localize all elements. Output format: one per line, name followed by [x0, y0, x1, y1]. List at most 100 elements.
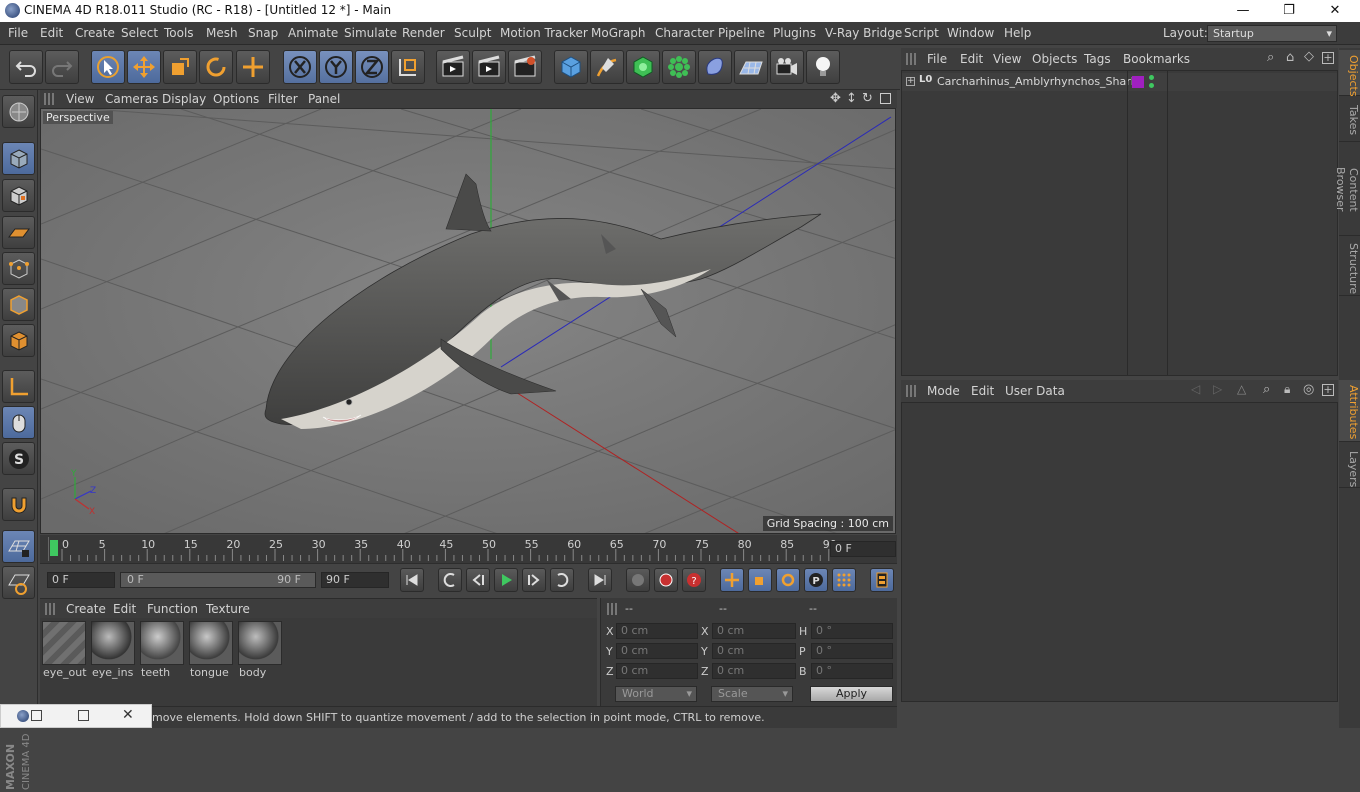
menu-pipeline[interactable]: Pipeline	[718, 26, 765, 40]
model-mode-button[interactable]	[2, 142, 35, 175]
live-selection-button[interactable]	[91, 50, 125, 84]
tweak-mode-button[interactable]	[2, 406, 35, 439]
size-y-field[interactable]: 0 cm	[712, 643, 796, 659]
coordinate-space-select[interactable]: World ▾	[615, 686, 697, 702]
render-settings-button[interactable]	[508, 50, 542, 84]
rotate-tool-button[interactable]	[199, 50, 233, 84]
snap-button[interactable]: S	[2, 442, 35, 475]
visibility-icon[interactable]: ◇	[1304, 49, 1314, 64]
y-axis-lock-button[interactable]	[319, 50, 353, 84]
camera-label[interactable]: Perspective	[43, 111, 113, 124]
add-camera-button[interactable]	[770, 50, 804, 84]
menu-vray-bridge[interactable]: V-Ray Bridge	[825, 26, 902, 40]
minimize-button[interactable]: —	[1220, 0, 1266, 22]
move-tool-button[interactable]	[127, 50, 161, 84]
forward-arrow-icon[interactable]: ▷	[1213, 382, 1222, 396]
menu-file[interactable]: File	[8, 26, 28, 40]
viewport-menu-cameras[interactable]: Cameras	[105, 92, 158, 106]
viewport-menu-panel[interactable]: Panel	[308, 92, 340, 106]
menu-edit[interactable]: Edit	[40, 26, 63, 40]
autokeying-button[interactable]	[654, 568, 678, 592]
object-menu-view[interactable]: View	[993, 52, 1021, 66]
restore-button[interactable]: ❐	[1266, 0, 1312, 22]
menu-select[interactable]: Select	[121, 26, 158, 40]
rotation-key-button[interactable]	[776, 568, 800, 592]
lock-icon[interactable]: 🔒︎	[1284, 382, 1290, 397]
menu-render[interactable]: Render	[402, 26, 445, 40]
expand-icon[interactable]: +	[906, 77, 915, 86]
make-editable-button[interactable]	[2, 95, 35, 128]
search-icon[interactable]: ⌕	[1263, 382, 1270, 397]
tab-structure[interactable]: Structure	[1339, 238, 1360, 296]
menu-mesh[interactable]: Mesh	[206, 26, 238, 40]
scale-key-button[interactable]	[748, 568, 772, 592]
tab-attributes[interactable]: Attributes	[1339, 380, 1360, 442]
next-key-button[interactable]	[550, 568, 574, 592]
add-light-button[interactable]	[806, 50, 840, 84]
new-panel-icon[interactable]: +	[1322, 52, 1334, 64]
material-menu-function[interactable]: Function	[147, 602, 198, 616]
undo-button[interactable]	[9, 50, 43, 84]
go-to-end-button[interactable]	[588, 568, 612, 592]
magnet-button[interactable]	[2, 488, 35, 521]
object-menu-edit[interactable]: Edit	[960, 52, 983, 66]
parameter-key-button[interactable]: P	[804, 568, 828, 592]
position-z-field[interactable]: 0 cm	[616, 663, 698, 679]
size-x-field[interactable]: 0 cm	[712, 623, 796, 639]
edges-mode-button[interactable]	[2, 288, 35, 321]
menu-animate[interactable]: Animate	[288, 26, 338, 40]
viewport-menu-filter[interactable]: Filter	[268, 92, 298, 106]
menu-window[interactable]: Window	[947, 26, 994, 40]
add-deformer-button[interactable]	[698, 50, 732, 84]
add-subdivision-button[interactable]	[626, 50, 660, 84]
close-icon[interactable]: ✕	[122, 707, 134, 723]
apply-button[interactable]: Apply	[810, 686, 893, 702]
add-array-button[interactable]	[662, 50, 696, 84]
material-swatch[interactable]	[140, 621, 184, 665]
point-level-key-button[interactable]	[832, 568, 856, 592]
viewport-menu-view[interactable]: View	[66, 92, 94, 106]
menu-character[interactable]: Character	[655, 26, 714, 40]
size-mode-select[interactable]: Scale ▾	[711, 686, 793, 702]
tab-takes[interactable]: Takes	[1339, 100, 1360, 142]
target-icon[interactable]: ◎	[1303, 382, 1314, 397]
end-frame-field[interactable]: 90 F	[321, 572, 389, 588]
menu-plugins[interactable]: Plugins	[773, 26, 816, 40]
rotation-h-field[interactable]: 0 °	[811, 623, 893, 639]
rotation-b-field[interactable]: 0 °	[811, 663, 893, 679]
coordinate-system-button[interactable]	[391, 50, 425, 84]
menu-snap[interactable]: Snap	[248, 26, 278, 40]
go-to-start-button[interactable]	[400, 568, 424, 592]
attributes-menu-user-data[interactable]: User Data	[1005, 384, 1065, 398]
workplane-mode-button[interactable]	[2, 216, 35, 249]
viewport-maximize-icon[interactable]	[880, 93, 891, 104]
material-swatch[interactable]	[91, 621, 135, 665]
current-frame-field[interactable]: 0 F	[830, 541, 896, 557]
render-picture-viewer-button[interactable]	[472, 50, 506, 84]
menu-simulate[interactable]: Simulate	[344, 26, 397, 40]
add-spline-pen-button[interactable]	[590, 50, 624, 84]
previous-key-button[interactable]	[438, 568, 462, 592]
material-menu-edit[interactable]: Edit	[113, 602, 136, 616]
material-menu-texture[interactable]: Texture	[206, 602, 250, 616]
position-x-field[interactable]: 0 cm	[616, 623, 698, 639]
viewport-zoom-icon[interactable]: ↕	[846, 91, 857, 106]
home-icon[interactable]: ⌂	[1286, 50, 1294, 65]
layer-color-tag[interactable]	[1132, 76, 1144, 88]
playhead[interactable]	[50, 540, 58, 556]
editor-visibility-dot[interactable]	[1149, 75, 1154, 80]
render-view-button[interactable]	[436, 50, 470, 84]
object-name[interactable]: Carcharhinus_Amblyrhynchos_Shark	[937, 75, 1137, 88]
rotation-p-field[interactable]: 0 °	[811, 643, 893, 659]
next-frame-button[interactable]	[522, 568, 546, 592]
redo-button[interactable]	[45, 50, 79, 84]
menu-script[interactable]: Script	[904, 26, 939, 40]
object-menu-file[interactable]: File	[927, 52, 947, 66]
enable-axis-button[interactable]	[2, 370, 35, 403]
record-keys-button[interactable]	[626, 568, 650, 592]
add-cube-button[interactable]	[554, 50, 588, 84]
menu-motion-tracker[interactable]: Motion Tracker	[500, 26, 588, 40]
object-menu-objects[interactable]: Objects	[1032, 52, 1077, 66]
previous-frame-button[interactable]	[466, 568, 490, 592]
attributes-menu-mode[interactable]: Mode	[927, 384, 960, 398]
